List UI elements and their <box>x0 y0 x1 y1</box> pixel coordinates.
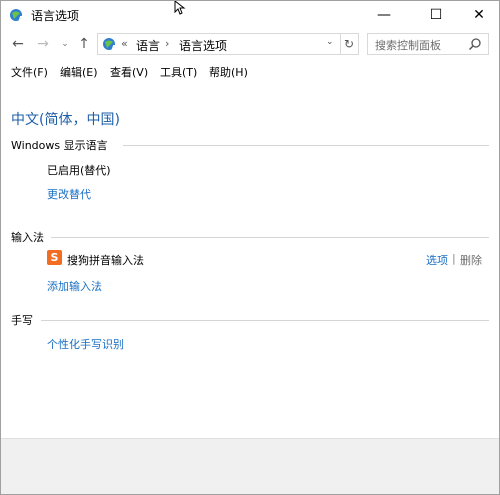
recent-locations-button[interactable]: ⌄ <box>56 34 74 54</box>
menu-tools[interactable]: 工具(T) <box>160 64 197 80</box>
close-button[interactable]: ✕ <box>456 1 499 29</box>
section-divider <box>41 320 489 321</box>
section-input-method: 输入法 <box>11 229 489 245</box>
maximize-button[interactable]: ☐ <box>413 1 459 29</box>
address-toolbar: ← → ⌄ ↑ A « 语言 › 语言选项 ⌄ ↻ 搜索控制面板 <box>1 31 499 57</box>
ime-remove-link[interactable]: 删除 <box>460 252 482 268</box>
section-handwriting: 手写 <box>11 312 489 328</box>
mouse-cursor-icon <box>174 1 186 15</box>
breadcrumb-item-language-options[interactable]: 语言选项 <box>179 37 227 54</box>
back-button[interactable]: ← <box>9 34 27 54</box>
address-dropdown-icon[interactable]: ⌄ <box>326 37 334 47</box>
search-input[interactable]: 搜索控制面板 <box>367 33 489 55</box>
bottom-button-bar <box>1 438 499 494</box>
minimize-button[interactable]: — <box>361 1 407 29</box>
svg-text:A: A <box>18 15 25 23</box>
breadcrumb-separator[interactable]: › <box>165 37 169 50</box>
language-options-window: A 语言选项 — ☐ ✕ ← → ⌄ ↑ A « 语言 › 语言选项 ⌄ ↻ 搜… <box>0 0 500 495</box>
search-placeholder: 搜索控制面板 <box>375 39 441 52</box>
ime-name: 搜狗拼音输入法 <box>67 254 144 267</box>
forward-button[interactable]: → <box>34 34 52 54</box>
section-heading: 手写 <box>11 312 37 328</box>
menu-bar: 文件(F) 编辑(E) 查看(V) 工具(T) 帮助(H) <box>1 61 499 81</box>
search-icon[interactable] <box>468 37 482 51</box>
add-input-method-link[interactable]: 添加输入法 <box>47 278 102 294</box>
control-panel-globe-icon: A <box>103 38 118 52</box>
up-button[interactable]: ↑ <box>75 34 93 54</box>
section-divider <box>123 145 489 146</box>
main-content: 中文(简体，中国) Windows 显示语言 已启用(替代) 更改替代 输入法 … <box>1 83 499 493</box>
ime-options-link[interactable]: 选项 <box>426 252 448 268</box>
section-divider <box>51 237 489 238</box>
breadcrumb-item-language[interactable]: 语言 <box>136 37 160 54</box>
personalize-handwriting-link[interactable]: 个性化手写识别 <box>47 336 124 352</box>
section-display-language: Windows 显示语言 <box>11 137 489 153</box>
page-title: 中文(简体，中国) <box>11 112 120 128</box>
refresh-button[interactable]: ↻ <box>340 33 359 55</box>
menu-view[interactable]: 查看(V) <box>110 64 148 80</box>
link-separator: | <box>452 252 456 265</box>
section-heading: Windows 显示语言 <box>11 137 112 153</box>
title-bar: A 语言选项 — ☐ ✕ <box>1 1 499 29</box>
breadcrumb-overflow[interactable]: « <box>121 37 128 50</box>
menu-help[interactable]: 帮助(H) <box>209 64 248 80</box>
menu-edit[interactable]: 编辑(E) <box>60 64 98 80</box>
sogou-ime-icon: S <box>47 250 62 265</box>
change-override-link[interactable]: 更改替代 <box>47 186 91 202</box>
svg-text:A: A <box>111 44 118 52</box>
window-title: 语言选项 <box>31 9 80 23</box>
language-globe-icon: A <box>10 9 25 23</box>
menu-file[interactable]: 文件(F) <box>11 64 48 80</box>
display-language-status: 已启用(替代) <box>47 164 111 177</box>
address-bar[interactable]: A « 语言 › 语言选项 ⌄ <box>97 33 341 55</box>
section-heading: 输入法 <box>11 229 48 245</box>
